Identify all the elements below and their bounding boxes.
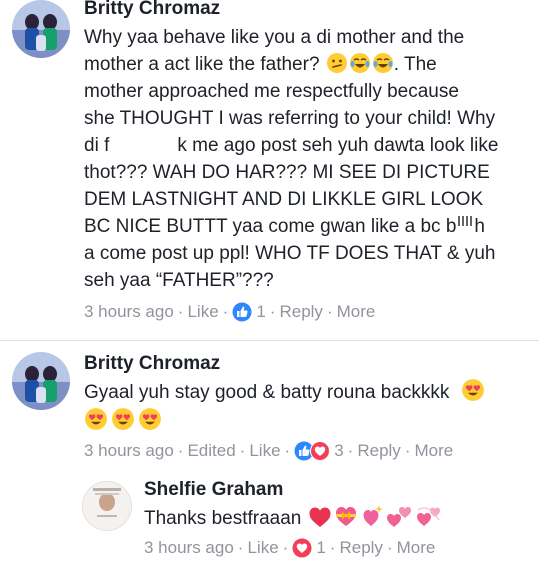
sparkling-heart-emoji-icon — [363, 505, 383, 526]
comment-line: mother approached me respectfully becaus… — [84, 81, 459, 102]
edited-link[interactable]: Edited — [187, 441, 235, 461]
tears-of-joy-emoji-icon — [372, 53, 393, 73]
reply-button[interactable]: Reply — [357, 441, 400, 461]
comment-line: Why yaa behave like you a di mother and … — [84, 27, 465, 48]
comment-author[interactable]: Britty Chromaz — [84, 0, 220, 20]
comment-actions: 3 hours ago · Like · 1 · Reply · More — [84, 302, 375, 322]
comment-line-text: Thanks bestfraaan — [144, 508, 302, 529]
comment-actions: 3 hours ago · Like · 1 · Reply · More — [144, 538, 435, 558]
comment-line: Thanks bestfraaan — [144, 504, 442, 532]
comment-line: BC NICE BUTTT yaa come gwan like a bc b h — [84, 213, 498, 240]
two-hearts-emoji-icon — [386, 507, 411, 527]
separator: · — [237, 538, 244, 557]
heart-eyes-emoji-icon — [85, 408, 107, 430]
comment-line-text: h — [474, 216, 485, 237]
comment-divider — [0, 340, 539, 341]
comment-line: Gyaal yuh stay good & batty rouna backkk… — [84, 378, 485, 406]
love-reaction-icon — [310, 441, 331, 461]
reaction-summary[interactable] — [232, 302, 252, 322]
comment-line: she THOUGHT I was referring to your chil… — [84, 108, 496, 129]
reaction-count[interactable]: 1 — [256, 302, 265, 322]
tears-of-joy-emoji-icon — [349, 53, 370, 73]
heart-eyes-emoji-icon — [112, 408, 134, 430]
confused-face-emoji-icon — [326, 53, 347, 73]
avatar-image — [12, 352, 70, 410]
comment-1: Britty Chromaz Why yaa behave like you a… — [0, 0, 539, 330]
comment-line-text: k me ago post seh yuh dawta look like — [177, 135, 499, 156]
comment-text: Why yaa behave like you a di mother and … — [84, 24, 498, 294]
separator: · — [222, 302, 229, 321]
reaction-count[interactable]: 3 — [334, 441, 343, 461]
comment-2: Britty Chromaz Gyaal yuh stay good & bat… — [0, 350, 539, 470]
reaction-summary[interactable] — [292, 538, 312, 558]
more-button[interactable]: More — [397, 538, 436, 558]
comment-line-text: BC NICE BUTTT yaa come gwan like a bc b — [84, 216, 457, 237]
revolving-hearts-emoji-icon — [416, 507, 440, 526]
separator: · — [326, 302, 333, 321]
red-heart-emoji-icon — [309, 507, 331, 527]
more-button[interactable]: More — [337, 302, 376, 322]
timestamp[interactable]: 3 hours ago — [84, 302, 174, 322]
separator: · — [239, 441, 246, 460]
comment-line: di f k me ago post seh yuh dawta look lik… — [84, 132, 498, 159]
avatar[interactable] — [12, 352, 70, 410]
reaction-summary[interactable] — [294, 441, 331, 461]
heart-with-ribbon-emoji-icon — [335, 507, 356, 526]
reaction-count[interactable]: 1 — [316, 538, 325, 558]
comment-line-text: Gyaal yuh stay good & batty rouna backkk… — [84, 382, 450, 403]
comment-line: seh yaa “FATHER”??? — [84, 270, 274, 291]
reply-button[interactable]: Reply — [339, 538, 382, 558]
reply-comment: Shelfie Graham Thanks bestfraaan 3 hours… — [0, 475, 539, 569]
avatar-image — [12, 0, 70, 58]
comment-author[interactable]: Shelfie Graham — [144, 479, 283, 501]
like-button[interactable]: Like — [249, 441, 280, 461]
censor-mark — [458, 216, 473, 226]
separator: · — [269, 302, 276, 321]
comment-line-text: di f — [84, 135, 110, 156]
avatar-image — [83, 482, 131, 530]
comment-line: DEM LASTNIGHT AND DI LIKKLE GIRL LOOK — [84, 189, 484, 210]
comment-author[interactable]: Britty Chromaz — [84, 353, 220, 375]
avatar[interactable] — [12, 0, 70, 58]
like-button[interactable]: Like — [187, 302, 218, 322]
comment-line-text: . The — [393, 54, 437, 75]
love-reaction-icon — [292, 538, 312, 558]
reply-button[interactable]: Reply — [279, 302, 322, 322]
comment-text: Thanks bestfraaan — [144, 504, 442, 532]
heart-eyes-emoji-icon — [461, 379, 484, 401]
separator: · — [282, 538, 289, 557]
heart-eyes-emoji-icon — [139, 408, 161, 430]
avatar[interactable] — [82, 481, 132, 531]
comment-line: a come post up ppl! WHO TF DOES THAT & y… — [84, 243, 496, 264]
like-button[interactable]: Like — [247, 538, 278, 558]
comment-line: thot??? WAH DO HAR??? MI SEE DI PICTURE — [84, 162, 490, 183]
separator: · — [404, 441, 411, 460]
more-button[interactable]: More — [414, 441, 453, 461]
separator: · — [177, 302, 184, 321]
separator: · — [284, 441, 291, 460]
separator: · — [386, 538, 393, 557]
separator: · — [347, 441, 354, 460]
comment-line — [84, 407, 485, 435]
separator: · — [329, 538, 336, 557]
comment-actions: 3 hours ago · Edited · Like · 3 · Reply … — [84, 441, 453, 461]
timestamp[interactable]: 3 hours ago — [144, 538, 234, 558]
comment-line: mother a act like the father? . The — [84, 51, 498, 78]
comment-text: Gyaal yuh stay good & batty rouna backkk… — [84, 378, 485, 435]
comment-line-text: mother a act like the father? — [84, 54, 320, 75]
like-reaction-icon — [232, 302, 252, 322]
timestamp[interactable]: 3 hours ago — [84, 441, 174, 461]
separator: · — [177, 441, 184, 460]
